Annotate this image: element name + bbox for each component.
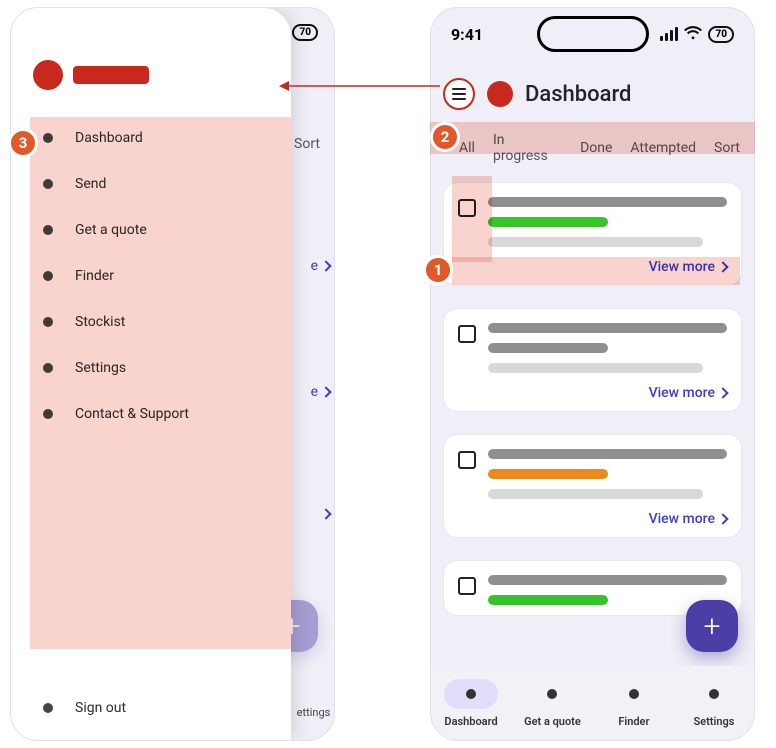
add-fab[interactable]: + [686, 600, 738, 652]
ghost-view-more: e [311, 384, 318, 400]
chevron-right-icon [717, 387, 728, 398]
bullet-icon [43, 225, 53, 235]
view-more-label: View more [649, 385, 715, 401]
annotation-arrow [279, 80, 440, 82]
status-bar: 9:41 70 [431, 8, 754, 60]
bullet-icon [43, 179, 53, 189]
tab-label: Settings [693, 715, 734, 728]
chevron-right-icon [320, 508, 331, 519]
drawer-item-label: Get a quote [75, 222, 147, 238]
drawer-item-label: Finder [75, 268, 114, 284]
drawer-item-label: Dashboard [75, 130, 143, 146]
drawer-item-stockist[interactable]: Stockist [43, 314, 259, 330]
chevron-right-icon [320, 386, 331, 397]
brand-dot-icon [33, 60, 63, 90]
filter-done[interactable]: Done [580, 140, 612, 156]
nav-drawer: Dashboard Send Get a quote Finder Stocki… [11, 8, 291, 740]
view-more-link[interactable]: View more [649, 259, 727, 275]
bottom-tab-bar: Dashboard Get a quote Finder Settings [431, 666, 754, 740]
filter-all[interactable]: All [459, 140, 475, 156]
view-more-link[interactable]: View more [649, 385, 727, 401]
dynamic-island [537, 16, 649, 52]
drawer-item-settings[interactable]: Settings [43, 360, 259, 376]
filter-inprogress[interactable]: In progress [493, 132, 562, 164]
filter-bar: All In progress Done Attempted Sort [431, 128, 754, 174]
list-item[interactable]: View more [443, 182, 742, 286]
checkbox[interactable] [458, 577, 476, 595]
plus-icon: + [704, 609, 721, 644]
drawer-item-dashboard[interactable]: Dashboard [43, 130, 259, 146]
filter-attempted[interactable]: Attempted [630, 140, 696, 156]
bullet-icon [43, 703, 53, 713]
bullet-icon [43, 363, 53, 373]
drawer-item-label: Contact & Support [75, 406, 189, 422]
tab-finder[interactable]: Finder [607, 679, 661, 728]
tab-settings[interactable]: Settings [687, 679, 741, 728]
drawer-item-finder[interactable]: Finder [43, 268, 259, 284]
battery-indicator: 70 [708, 26, 734, 43]
view-more-label: View more [649, 259, 715, 275]
status-time: 9:41 [451, 25, 483, 44]
list-item[interactable]: View more [443, 434, 742, 538]
drawer-item-signout[interactable]: Sign out [43, 700, 259, 716]
tab-dashboard[interactable]: Dashboard [444, 679, 498, 728]
checkbox[interactable] [458, 199, 476, 217]
drawer-item-label: Settings [75, 360, 126, 376]
tab-quote[interactable]: Get a quote [524, 679, 581, 728]
tabbar-ghost: ettings [293, 684, 334, 740]
chevron-right-icon [717, 513, 728, 524]
wifi-icon [684, 25, 702, 44]
brand-wordmark [73, 66, 149, 84]
chevron-right-icon [717, 261, 728, 272]
checkbox[interactable] [458, 451, 476, 469]
list-item[interactable]: View more [443, 308, 742, 412]
tab-label: Dashboard [444, 715, 497, 728]
step-badge-1: 1 [423, 255, 453, 285]
bullet-icon [43, 409, 53, 419]
drawer-item-send[interactable]: Send [43, 176, 259, 192]
checkbox[interactable] [458, 325, 476, 343]
bullet-icon [43, 317, 53, 327]
step-badge-3: 3 [8, 128, 38, 158]
view-more-label: View more [649, 511, 715, 527]
drawer-item-label: Stockist [75, 314, 125, 330]
view-more-link[interactable]: View more [649, 511, 727, 527]
drawer-item-support[interactable]: Contact & Support [43, 406, 259, 422]
battery-indicator: 70 [292, 24, 318, 41]
tab-label: Finder [618, 715, 649, 728]
background-card-peeks: e e [294, 108, 334, 518]
drawer-brand [11, 8, 291, 120]
tab-label-ghost: ettings [297, 706, 331, 719]
step-badge-2: 2 [430, 122, 460, 152]
hamburger-button[interactable] [443, 78, 475, 110]
phone-drawer-open: 70 Sort e e + ettings Dashboard Send Get… [10, 7, 335, 741]
drawer-item-quote[interactable]: Get a quote [43, 222, 259, 238]
ghost-view-more: e [311, 258, 318, 274]
page-title: Dashboard [525, 82, 631, 107]
bullet-icon [43, 271, 53, 281]
phone-dashboard: 9:41 70 Dashboard All In progress Done A… [430, 7, 755, 741]
drawer-item-label: Sign out [75, 700, 126, 716]
drawer-item-label: Send [75, 176, 106, 192]
brand-dot-icon [487, 81, 513, 107]
bullet-icon [43, 133, 53, 143]
tab-label: Get a quote [524, 715, 581, 728]
sort-button[interactable]: Sort [714, 140, 740, 156]
chevron-right-icon [320, 260, 331, 271]
app-header: Dashboard [431, 60, 754, 128]
signal-icon [660, 27, 678, 41]
